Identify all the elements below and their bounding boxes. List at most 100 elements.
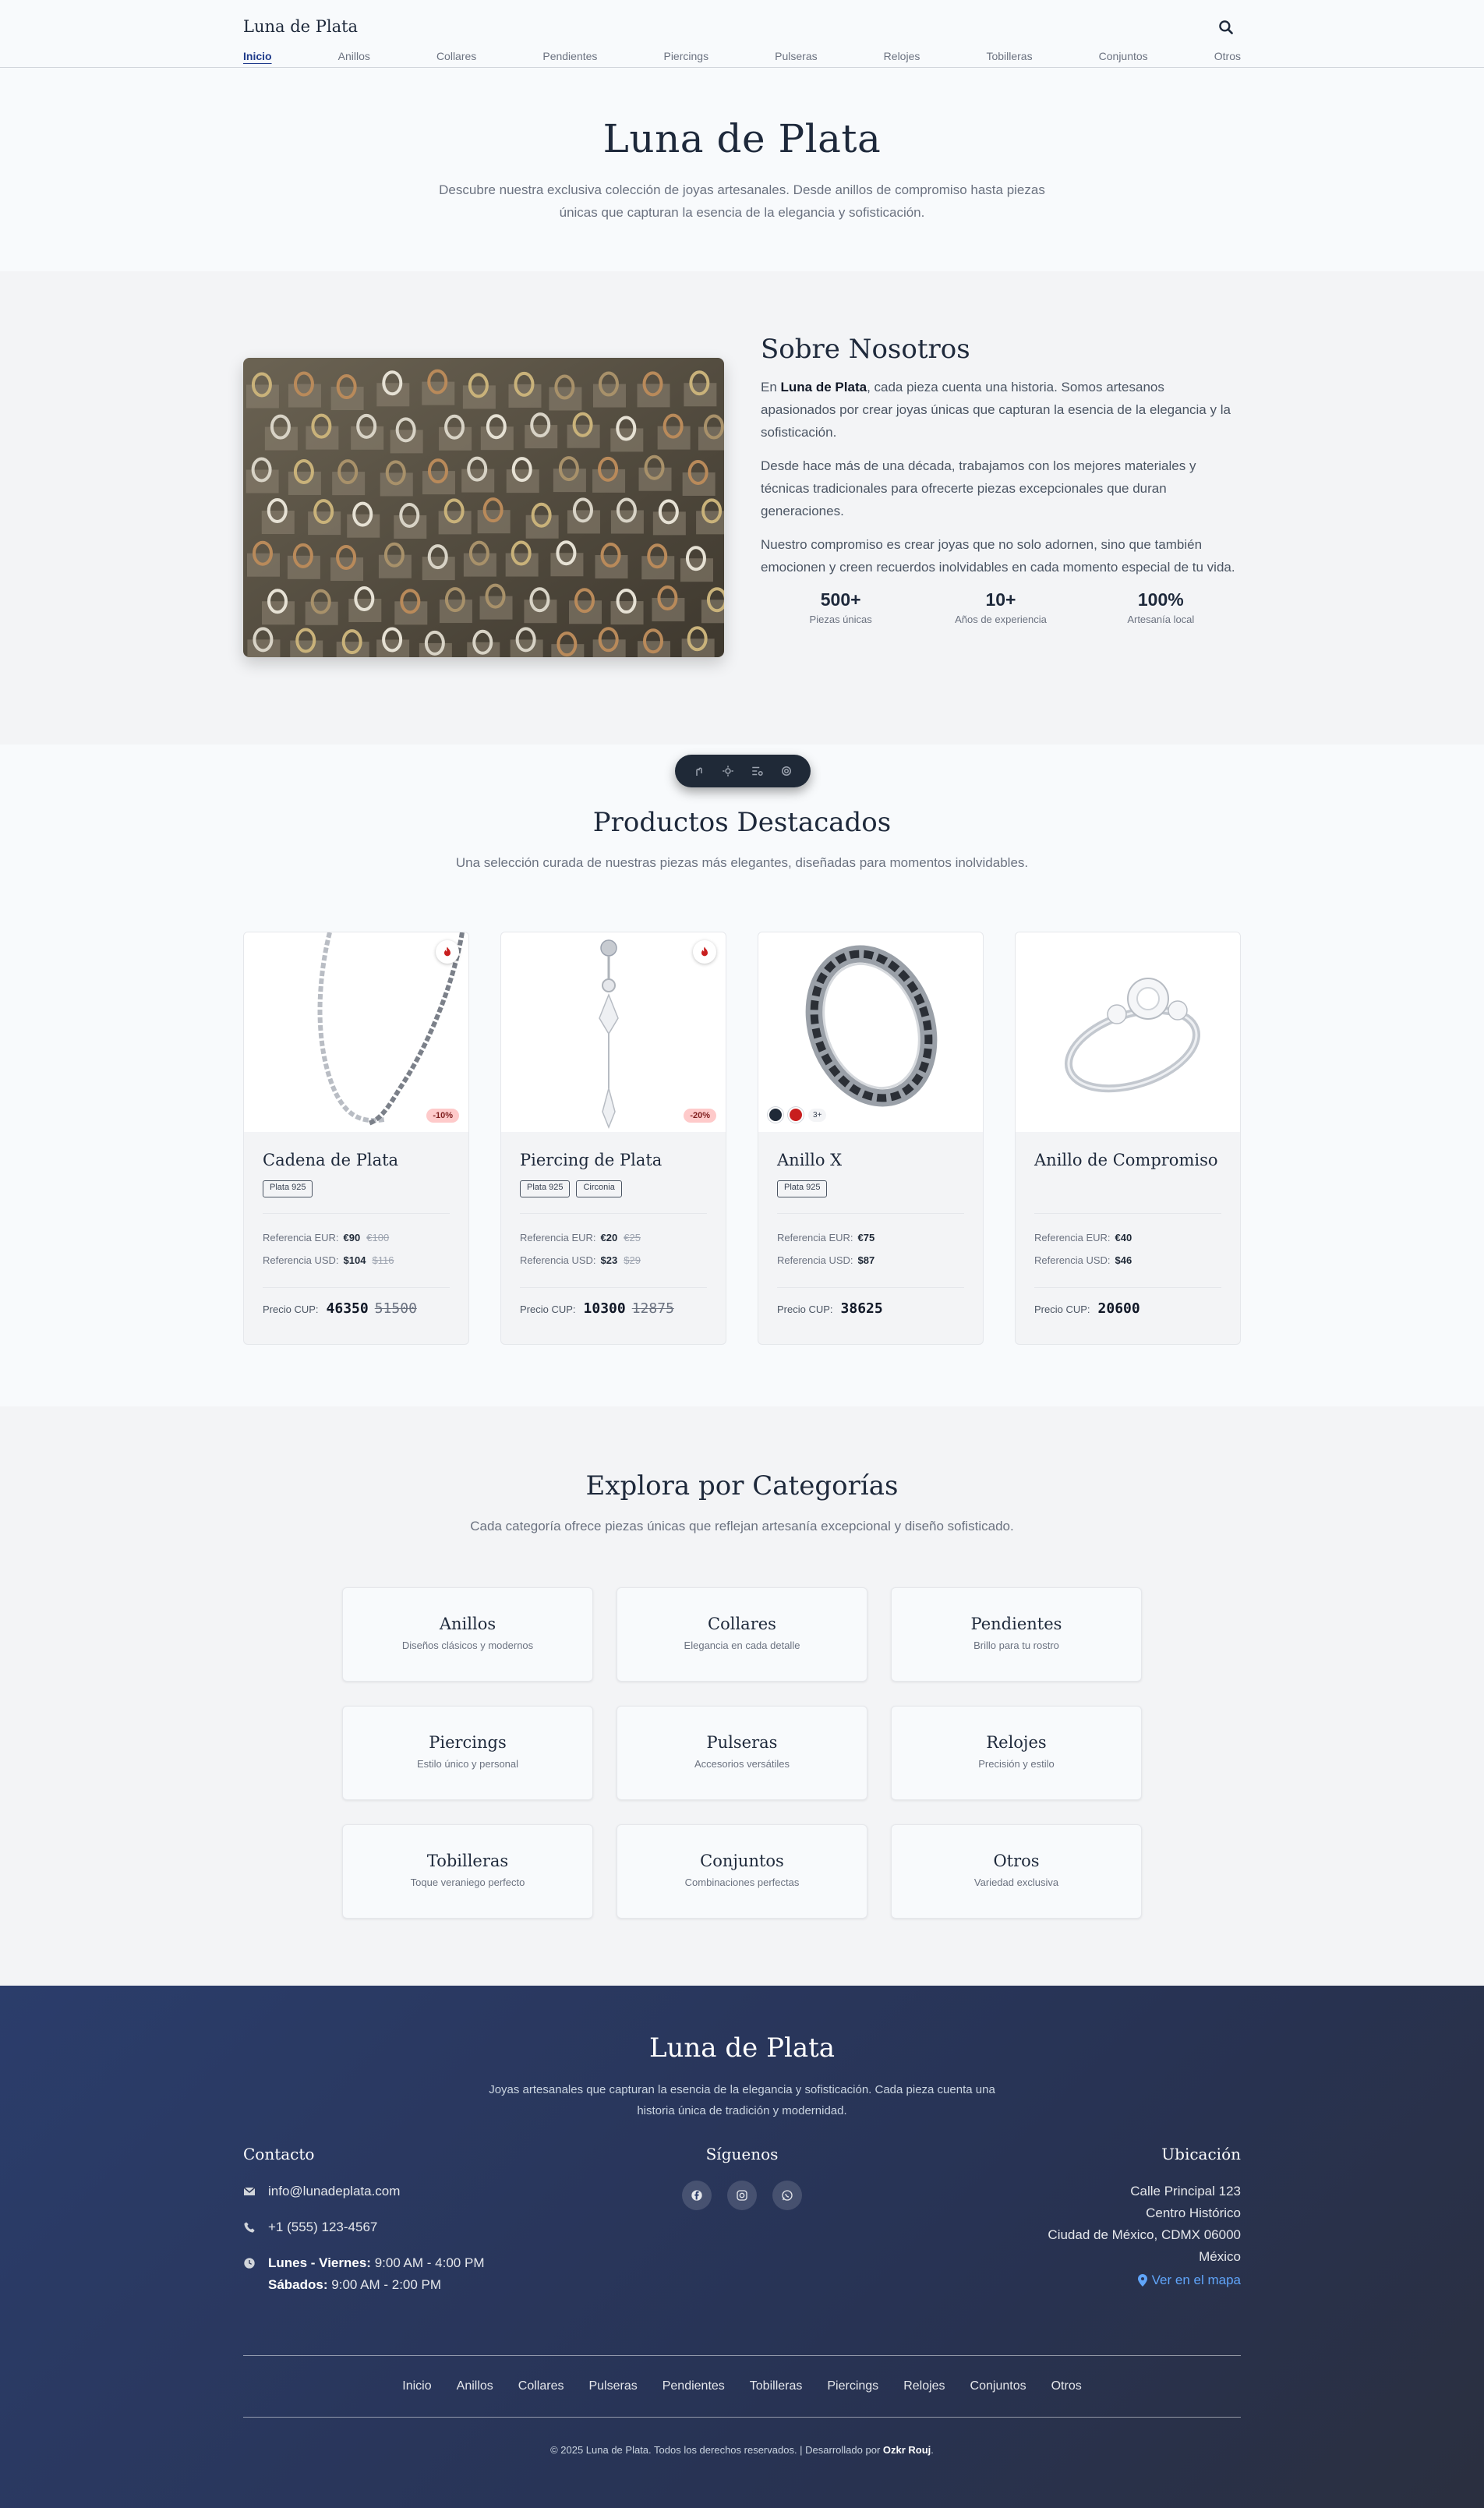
color-swatch-red[interactable]: [788, 1107, 804, 1123]
category-card-relojes[interactable]: Relojes Precisión y estilo: [891, 1706, 1142, 1800]
search-icon: [1219, 20, 1233, 34]
category-card-tobilleras[interactable]: Tobilleras Toque veraniego perfecto: [342, 1824, 593, 1919]
brand-logo[interactable]: Luna de Plata: [243, 17, 358, 36]
more-colors[interactable]: 3+: [808, 1108, 827, 1122]
nav-item-tobilleras[interactable]: Tobilleras: [986, 50, 1032, 65]
instagram-icon[interactable]: [727, 2181, 757, 2210]
hot-badge: [436, 940, 459, 964]
category-card-pendientes[interactable]: Pendientes Brillo para tu rostro: [891, 1587, 1142, 1682]
footer-description: Joyas artesanales que capturan la esenci…: [489, 2083, 995, 2117]
material-tag: Plata 925: [520, 1180, 571, 1197]
nav-item-pendientes[interactable]: Pendientes: [542, 50, 597, 65]
address-line: México: [1199, 2249, 1241, 2264]
stat-label: Artesanía local: [1127, 614, 1195, 625]
settings-icon[interactable]: [720, 763, 736, 779]
main-nav: Inicio Anillos Collares Pendientes Pierc…: [243, 50, 1241, 65]
nav-item-otros[interactable]: Otros: [1214, 50, 1241, 65]
category-card-collares[interactable]: Collares Elegancia en cada detalle: [617, 1587, 867, 1682]
footer-link[interactable]: Otros: [1051, 2379, 1082, 2393]
cursor-icon[interactable]: [691, 763, 707, 779]
category-desc: Toque veraniego perfecto: [410, 1877, 525, 1888]
category-card-conjuntos[interactable]: Conjuntos Combinaciones perfectas: [617, 1824, 867, 1919]
search-button[interactable]: [1216, 17, 1236, 37]
footer-link[interactable]: Relojes: [903, 2379, 945, 2393]
featured-products-section: Productos Destacados Una selección curad…: [0, 745, 1484, 1406]
about-image: [243, 358, 724, 657]
site-footer: Luna de Plata Joyas artesanales que capt…: [0, 1986, 1484, 2508]
product-name[interactable]: Anillo de Compromiso: [1034, 1151, 1221, 1173]
category-desc: Precisión y estilo: [978, 1758, 1055, 1770]
address-line: Ciudad de México, CDMX 06000: [1048, 2227, 1241, 2242]
color-swatch-dark[interactable]: [768, 1107, 783, 1123]
product-card[interactable]: -10% Cadena de Plata Plata 925 Referenci…: [243, 932, 469, 1345]
nav-item-relojes[interactable]: Relojes: [884, 50, 920, 65]
price-eur: Referencia EUR: €40: [1034, 1232, 1132, 1243]
footer-link[interactable]: Collares: [518, 2379, 564, 2393]
stat-local: 100% Artesanía local: [1090, 589, 1231, 625]
hero-title: Luna de Plata: [602, 116, 882, 161]
category-desc: Estilo único y personal: [416, 1758, 519, 1770]
categories-title: Explora por Categorías: [585, 1470, 899, 1502]
price-usd: Referencia USD: $87: [777, 1254, 875, 1266]
product-tags: Plata 925: [777, 1180, 964, 1197]
nav-item-piercings[interactable]: Piercings: [663, 50, 708, 65]
stat-value: 100%: [1137, 589, 1184, 610]
category-name: Anillos: [439, 1615, 496, 1633]
map-link[interactable]: Ver en el mapa: [1137, 2273, 1241, 2288]
product-card[interactable]: 3+ Anillo X Plata 925 Referencia EUR: €75…: [758, 932, 984, 1345]
nav-item-anillos[interactable]: Anillos: [338, 50, 370, 65]
nav-item-collares[interactable]: Collares: [436, 50, 476, 65]
price-cup: Precio CUP: 10300 12875: [520, 1300, 674, 1317]
product-name[interactable]: Anillo X: [777, 1151, 964, 1173]
price-usd: Referencia USD: $46: [1034, 1254, 1132, 1266]
category-name: Tobilleras: [426, 1852, 509, 1870]
developer-name[interactable]: Ozkr Rouj: [883, 2444, 931, 2456]
product-card[interactable]: Anillo de Compromiso Referencia EUR: €40 …: [1015, 932, 1241, 1345]
hero-section: Luna de Plata Descubre nuestra exclusiva…: [0, 68, 1484, 271]
whatsapp-icon[interactable]: [772, 2181, 802, 2210]
nav-item-pulseras[interactable]: Pulseras: [775, 50, 817, 65]
products-subtitle: Una selección curada de nuestras piezas …: [455, 855, 1029, 870]
category-card-anillos[interactable]: Anillos Diseños clásicos y modernos: [342, 1587, 593, 1682]
stat-value: 10+: [985, 589, 1016, 610]
footer-link[interactable]: Anillos: [457, 2379, 493, 2393]
product-name[interactable]: Piercing de Plata: [520, 1151, 707, 1173]
footer-brand: Luna de Plata: [648, 2032, 836, 2064]
category-name: Otros: [993, 1852, 1040, 1870]
about-paragraph-2: Desde hace más de una década, trabajamos…: [761, 458, 1196, 518]
facebook-icon[interactable]: [682, 2181, 712, 2210]
location-title: Ubicación: [1161, 2145, 1241, 2163]
categories-subtitle: Cada categoría ofrece piezas únicas que …: [470, 1519, 1014, 1533]
category-card-otros[interactable]: Otros Variedad exclusiva: [891, 1824, 1142, 1919]
category-desc: Combinaciones perfectas: [684, 1877, 800, 1888]
footer-link[interactable]: Tobilleras: [750, 2379, 803, 2393]
map-pin-icon: [1137, 2274, 1147, 2287]
category-card-pulseras[interactable]: Pulseras Accesorios versátiles: [617, 1706, 867, 1800]
product-card[interactable]: -20% Piercing de Plata Plata 925 Circoni…: [500, 932, 726, 1345]
product-name[interactable]: Cadena de Plata: [263, 1151, 450, 1173]
footer-link[interactable]: Pendientes: [662, 2379, 725, 2393]
footer-link[interactable]: Conjuntos: [970, 2379, 1026, 2393]
list-search-icon[interactable]: [750, 763, 765, 779]
category-desc: Variedad exclusiva: [973, 1877, 1059, 1888]
price-usd: Referencia USD: $23 $29: [520, 1254, 641, 1266]
price-eur: Referencia EUR: €75: [777, 1232, 875, 1243]
footer-link[interactable]: Piercings: [827, 2379, 878, 2393]
gear-icon[interactable]: [779, 763, 794, 779]
category-desc: Accesorios versátiles: [694, 1758, 790, 1770]
product-image: 3+: [758, 932, 983, 1132]
footer-link[interactable]: Pulseras: [588, 2379, 637, 2393]
stat-label: Años de experiencia: [955, 614, 1047, 625]
nav-item-inicio[interactable]: Inicio: [243, 50, 272, 65]
contact-phone[interactable]: +1 (555) 123-4567: [243, 2216, 484, 2238]
site-header: Luna de Plata Inicio Anillos Collares Pe…: [0, 0, 1484, 68]
about-section: Sobre Nosotros En Luna de Plata, cada pi…: [0, 271, 1484, 745]
footer-links: Inicio Anillos Collares Pulseras Pendien…: [243, 2356, 1241, 2417]
nav-item-conjuntos[interactable]: Conjuntos: [1099, 50, 1148, 65]
price-eur: Referencia EUR: €20 €25: [520, 1232, 641, 1243]
floating-toolbar: [675, 755, 811, 787]
category-desc: Diseños clásicos y modernos: [401, 1640, 534, 1651]
category-card-piercings[interactable]: Piercings Estilo único y personal: [342, 1706, 593, 1800]
color-swatches: 3+: [768, 1107, 827, 1123]
footer-link[interactable]: Inicio: [402, 2379, 431, 2393]
